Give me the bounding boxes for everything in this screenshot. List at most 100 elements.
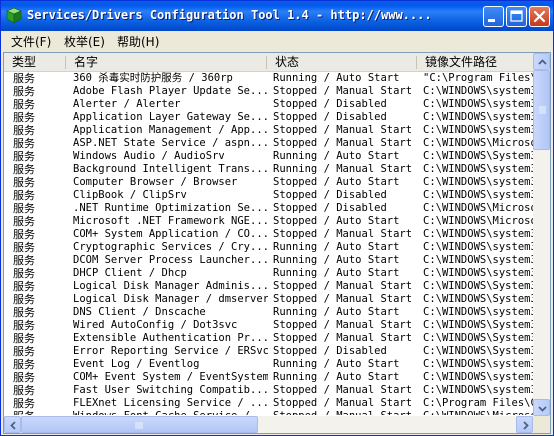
- title-bar[interactable]: Services/Drivers Configuration Tool 1.4 …: [1, 1, 553, 31]
- row-type-cell: 服务: [13, 345, 35, 358]
- row-type-cell: 服务: [13, 332, 35, 345]
- table-row[interactable]: 服务 COM+ Event System / EventSystem Running…: [4, 371, 533, 384]
- table-row[interactable]: 服务 DNS Client / Dnscache Running / Auto St…: [4, 306, 533, 319]
- row-path-cell: C:\WINDOWS\System32: [423, 150, 533, 162]
- row-name-cell: DNS Client / Dnscache: [73, 306, 206, 318]
- row-name-cell: Windows Font Cache Service / ...: [73, 410, 268, 415]
- column-header-name[interactable]: 名字: [66, 53, 266, 71]
- row-status-cell: Stopped / Manual Start: [273, 85, 413, 97]
- row-status-cell: Stopped / Disabled: [273, 202, 387, 214]
- row-path-cell: C:\WINDOWS\system32: [423, 384, 533, 396]
- table-row[interactable]: 服务 Event Log / Eventlog Running / Auto Sta…: [4, 358, 533, 371]
- maximize-button[interactable]: [506, 6, 527, 27]
- close-button[interactable]: [529, 6, 550, 27]
- row-name-cell: DHCP Client / Dhcp: [73, 267, 187, 279]
- horizontal-scrollbar[interactable]: [4, 416, 533, 433]
- row-name-cell: DCOM Server Process Launcher...: [73, 254, 268, 266]
- table-row[interactable]: 服务 .NET Runtime Optimization Se... Stopped…: [4, 202, 533, 215]
- row-path-cell: C:\WINDOWS\system32: [423, 124, 533, 136]
- table-row[interactable]: 服务 Application Management / App... Stopped…: [4, 124, 533, 137]
- column-header-path[interactable]: 镜像文件路径: [417, 53, 533, 71]
- table-row[interactable]: 服务 360 杀毒实时防护服务 / 360rp Running / Auto Sta…: [4, 72, 533, 85]
- table-row[interactable]: 服务 ASP.NET State Service / aspn... Stopped…: [4, 137, 533, 150]
- row-path-cell: C:\WINDOWS\System32: [423, 319, 533, 331]
- table-row[interactable]: 服务 ClipBook / ClipSrv Stopped / Disabled C:…: [4, 189, 533, 202]
- row-status-cell: Stopped / Disabled: [273, 345, 387, 357]
- table-row[interactable]: 服务 Alerter / Alerter Stopped / Disabled C:\…: [4, 98, 533, 111]
- table-row[interactable]: 服务 Extensible Authentication Pr... Stopped…: [4, 332, 533, 345]
- table-row[interactable]: 服务 FLEXnet Licensing Service / ... Stopped…: [4, 397, 533, 410]
- table-row[interactable]: 服务 DHCP Client / Dhcp Running / Auto Start…: [4, 267, 533, 280]
- table-row[interactable]: 服务 Application Layer Gateway Se... Stopped…: [4, 111, 533, 124]
- row-type-cell: 服务: [13, 85, 35, 98]
- menu-help[interactable]: 帮助(H): [117, 33, 159, 50]
- column-header-status[interactable]: 状态: [267, 53, 416, 71]
- table-row[interactable]: 服务 COM+ System Application / CO... Stopped…: [4, 228, 533, 241]
- row-type-cell: 服务: [13, 267, 35, 280]
- row-status-cell: Stopped / Manual Start: [273, 332, 413, 344]
- row-name-cell: Logical Disk Manager / dmserver: [73, 293, 268, 305]
- table-row[interactable]: 服务 Windows Audio / AudioSrv Running / Auto…: [4, 150, 533, 163]
- list-rows: 服务 360 杀毒实时防护服务 / 360rp Running / Auto Sta…: [4, 72, 533, 415]
- services-list-view[interactable]: 类型 名字 状态 镜像文件路径 服务 360 杀毒实时防护服务 / 360rp Ru…: [3, 52, 551, 434]
- row-type-cell: 服务: [13, 111, 35, 124]
- row-type-cell: 服务: [13, 319, 35, 332]
- horizontal-scroll-thumb[interactable]: [21, 416, 258, 433]
- row-path-cell: C:\WINDOWS\system32: [423, 98, 533, 110]
- table-row[interactable]: 服务 Adobe Flash Player Update Se... Stopped…: [4, 85, 533, 98]
- arrow-left-icon: [10, 421, 16, 430]
- row-path-cell: C:\WINDOWS\Microso: [423, 410, 533, 415]
- row-name-cell: Microsoft .NET Framework NGE...: [73, 215, 268, 227]
- row-path-cell: C:\WINDOWS\system32: [423, 176, 533, 188]
- table-row[interactable]: 服务 Computer Browser / Browser Stopped / Au…: [4, 176, 533, 189]
- minimize-button[interactable]: [483, 6, 504, 27]
- row-name-cell: Windows Audio / AudioSrv: [73, 150, 225, 162]
- table-row[interactable]: 服务 Logical Disk Manager / dmserver Stopped…: [4, 293, 533, 306]
- row-path-cell: C:\Program Files\C: [423, 397, 533, 409]
- menu-file[interactable]: 文件(F): [11, 33, 51, 50]
- table-row[interactable]: 服务 Fast User Switching Compatib... Stopped…: [4, 384, 533, 397]
- row-type-cell: 服务: [13, 241, 35, 254]
- table-row[interactable]: 服务 Error Reporting Service / ERSvc Stopped…: [4, 345, 533, 358]
- row-status-cell: Stopped / Manual Start: [273, 410, 418, 415]
- table-row[interactable]: 服务 Microsoft .NET Framework NGE... Stopped…: [4, 215, 533, 228]
- arrow-up-icon: [538, 59, 547, 65]
- green-cube-icon[interactable]: [6, 7, 22, 24]
- table-row[interactable]: 服务Windows Font Cache Service / ... Stoppe…: [4, 410, 533, 415]
- row-path-cell: C:\WINDOWS\System32: [423, 345, 533, 357]
- row-status-cell: Stopped / Manual Start: [273, 319, 413, 331]
- vertical-scrollbar[interactable]: [533, 53, 550, 416]
- row-type-cell: 服务: [13, 189, 35, 202]
- row-type-cell: 服务: [13, 293, 35, 306]
- row-name-cell: Application Layer Gateway Se...: [73, 111, 268, 123]
- row-status-cell: Stopped / Manual Start: [273, 228, 413, 240]
- table-row[interactable]: 服务 DCOM Server Process Launcher... Running…: [4, 254, 533, 267]
- table-row[interactable]: 服务 Wired AutoConfig / Dot3svc Stopped / Ma…: [4, 319, 533, 332]
- menu-bar: 文件(F) 枚举(E) 帮助(H): [1, 31, 553, 51]
- row-path-cell: C:\WINDOWS\System32: [423, 332, 533, 344]
- row-path-cell: C:\WINDOWS\Microso: [423, 202, 533, 214]
- row-name-cell: ClipBook / ClipSrv: [73, 189, 187, 201]
- table-row[interactable]: 服务 Background Intelligent Trans... Running…: [4, 163, 533, 176]
- grip-icon: [135, 422, 143, 429]
- row-name-cell: Error Reporting Service / ERSvc: [73, 345, 268, 357]
- table-row[interactable]: 服务 Logical Disk Manager Adminis... Stopped…: [4, 280, 533, 293]
- row-name-cell: Fast User Switching Compatib...: [73, 384, 268, 396]
- row-type-cell: 服务: [13, 150, 35, 163]
- scrollbar-corner: [533, 416, 550, 433]
- row-name-cell: Computer Browser / Browser: [73, 176, 238, 188]
- scroll-left-button[interactable]: [4, 416, 21, 433]
- vertical-scroll-thumb[interactable]: [533, 70, 550, 150]
- menu-enumerate[interactable]: 枚举(E): [64, 33, 105, 50]
- scroll-down-button[interactable]: [533, 399, 550, 416]
- scroll-up-button[interactable]: [533, 53, 550, 70]
- row-type-cell: 服务: [13, 72, 35, 85]
- row-name-cell: FLEXnet Licensing Service / ...: [73, 397, 268, 409]
- row-status-cell: Stopped / Manual Start: [273, 384, 413, 396]
- table-row[interactable]: 服务 Cryptographic Services / Cry... Running…: [4, 241, 533, 254]
- row-path-cell: C:\WINDOWS\system32: [423, 306, 533, 318]
- column-header-type[interactable]: 类型: [4, 53, 65, 71]
- row-name-cell: .NET Runtime Optimization Se...: [73, 202, 268, 214]
- scroll-right-button[interactable]: [516, 416, 533, 433]
- row-type-cell: 服务: [13, 280, 35, 293]
